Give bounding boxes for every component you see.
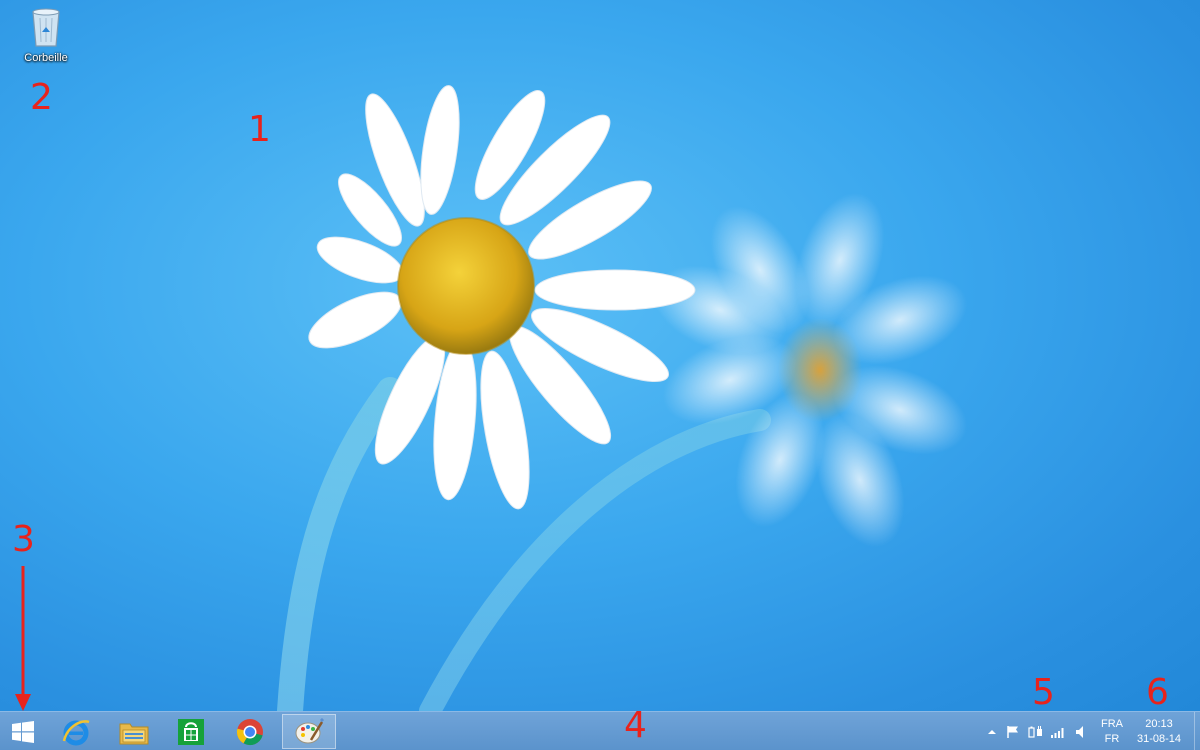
- taskbar-internet-explorer[interactable]: [51, 714, 101, 749]
- windows-logo-icon: [12, 720, 34, 743]
- speaker-icon: [1076, 726, 1083, 738]
- store-icon: [178, 718, 204, 745]
- annotation-3: 3: [12, 519, 35, 560]
- annotation-1: 1: [248, 109, 271, 150]
- clock-date: 31-08-14: [1136, 733, 1182, 745]
- start-button[interactable]: [0, 714, 46, 749]
- taskbar-windows-store[interactable]: [166, 714, 216, 749]
- tray-network[interactable]: [1050, 724, 1066, 740]
- tray-action-center[interactable]: [1005, 724, 1021, 740]
- clock-time: 20:13: [1145, 718, 1173, 730]
- taskbar-file-explorer[interactable]: [109, 714, 159, 749]
- battery-plug-icon: [1028, 726, 1042, 738]
- tray-volume[interactable]: [1072, 724, 1088, 740]
- taskbar[interactable]: FRA FR 20:13 31-08-14 4: [0, 705, 1200, 750]
- recycle-bin-icon: [32, 8, 60, 47]
- recycle-bin-shortcut[interactable]: Corbeille: [14, 4, 78, 72]
- language-code: FRA: [1101, 718, 1123, 730]
- annotation-5: 5: [1032, 672, 1055, 711]
- taskbar-paint[interactable]: [282, 714, 336, 749]
- wifi-signal-icon: [1051, 728, 1064, 738]
- folder-icon: [119, 723, 149, 744]
- desktop-background[interactable]: Corbeille 1 2 3 5 6: [0, 0, 1200, 711]
- recycle-bin-label: Corbeille: [24, 52, 68, 64]
- annotation-2: 2: [30, 77, 53, 118]
- show-desktop-button[interactable]: [1194, 712, 1200, 750]
- clock[interactable]: 20:13 31-08-14: [1134, 717, 1184, 747]
- annotation-6: 6: [1146, 672, 1169, 711]
- flag-icon: [1007, 726, 1018, 738]
- paint-icon: [295, 717, 324, 743]
- ie-icon: [62, 719, 90, 745]
- chevron-up-icon: [988, 730, 996, 734]
- keyboard-layout-code: FR: [1104, 733, 1120, 745]
- annotation-4: 4: [624, 705, 647, 746]
- chrome-icon: [236, 718, 263, 745]
- input-language-indicator[interactable]: FRA FR: [1096, 717, 1128, 747]
- annotation-arrow-3: [15, 566, 31, 711]
- wallpaper-daisy-image: [277, 85, 968, 711]
- tray-power[interactable]: [1028, 724, 1044, 740]
- taskbar-chrome[interactable]: [225, 714, 275, 749]
- show-hidden-icons-button[interactable]: [984, 724, 1000, 740]
